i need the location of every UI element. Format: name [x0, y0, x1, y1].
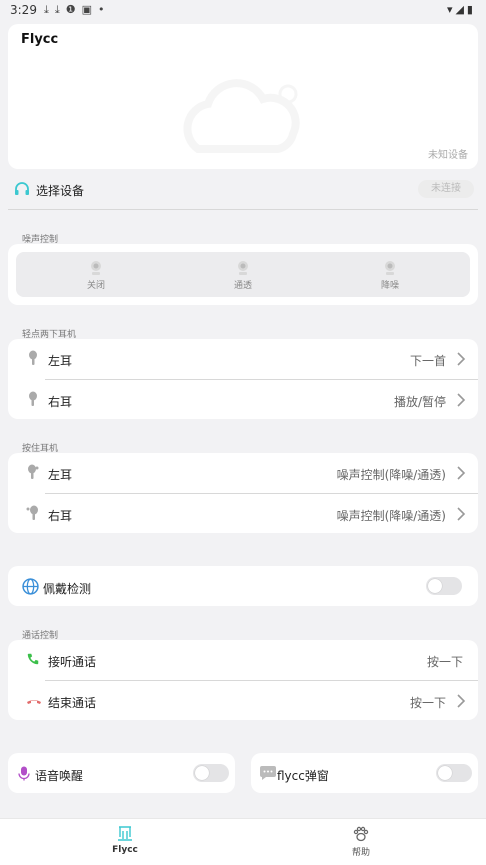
notification-icons: ⤓⤓❶▣•	[44, 3, 111, 16]
anc-option-label: 关闭	[86, 281, 105, 291]
anc-noise-cancel-icon	[385, 261, 395, 275]
row-value: 按一下	[409, 696, 446, 710]
anc-option-label: 通透	[233, 281, 252, 291]
press-hold-left-row[interactable]: 左耳 噪声控制(降噪/通透)	[8, 453, 478, 493]
microphone-icon	[18, 766, 30, 781]
nav-tab-label: 帮助	[351, 848, 370, 858]
chevron-right-icon	[457, 393, 466, 407]
row-label: 右耳	[48, 509, 73, 523]
row-value: 播放/暂停	[393, 395, 446, 409]
wear-detection-card: 佩戴检测	[8, 566, 478, 606]
row-label: 结束通话	[48, 696, 97, 710]
noise-control-card: 关闭 通透 降噪	[8, 244, 478, 305]
status-bar: 3:29 ⤓⤓❶▣• ▾◢▮	[0, 0, 486, 20]
chevron-right-icon	[457, 466, 466, 480]
device-card: Flycc 未知设备	[8, 24, 478, 169]
chevron-right-icon	[457, 352, 466, 366]
headphones-icon	[15, 182, 29, 195]
row-label: 左耳	[48, 468, 73, 482]
double-tap-left-row[interactable]: 左耳 下一首	[8, 339, 478, 379]
flycc-popup-label: flycc弹窗	[277, 769, 329, 783]
select-device-row[interactable]: 选择设备 未连接	[14, 180, 474, 200]
flycc-popup-card: flycc弹窗	[251, 753, 478, 793]
call-control-card: 接听通话 按一下 结束通话 按一下	[8, 640, 478, 720]
select-device-label: 选择设备	[36, 184, 85, 198]
connection-status-button[interactable]: 未连接	[418, 180, 474, 198]
chevron-right-icon	[457, 694, 466, 708]
row-label: 左耳	[48, 354, 73, 368]
voice-wake-toggle[interactable]	[193, 764, 229, 782]
right-earbud-press-icon	[26, 505, 38, 520]
voice-wake-label: 语音唤醒	[35, 769, 84, 783]
signal-battery-icons: ▾◢▮	[446, 3, 476, 16]
globe-icon	[22, 578, 39, 595]
status-time: 3:29	[10, 3, 37, 17]
anc-transparency-icon	[238, 261, 248, 275]
answer-call-row[interactable]: 接听通话 按一下	[8, 640, 478, 680]
right-earbud-icon	[29, 391, 37, 406]
nav-tab-label: Flycc	[112, 845, 138, 855]
left-earbud-icon	[29, 350, 37, 365]
chat-bubble-icon	[260, 766, 276, 780]
press-hold-card: 左耳 噪声控制(降噪/通透) 右耳 噪声控制(降噪/通透)	[8, 453, 478, 533]
anc-off-icon	[91, 261, 101, 275]
anc-option-off[interactable]: 关闭	[46, 260, 146, 291]
divider	[8, 209, 478, 210]
row-label: 接听通话	[48, 655, 97, 669]
anc-option-transparency[interactable]: 通透	[193, 260, 293, 291]
row-label: 右耳	[48, 395, 73, 409]
flycc-popup-toggle[interactable]	[436, 764, 472, 782]
device-status: 未知设备	[428, 150, 468, 161]
anc-option-noise-cancel[interactable]: 降噪	[340, 260, 440, 291]
row-value: 噪声控制(降噪/通透)	[336, 509, 446, 523]
device-title: Flycc	[21, 32, 59, 47]
noise-control-selector: 关闭 通透 降噪	[16, 252, 470, 297]
left-earbud-press-icon	[28, 464, 39, 479]
chevron-right-icon	[457, 507, 466, 521]
end-call-row[interactable]: 结束通话 按一下	[8, 681, 478, 720]
wear-detection-toggle[interactable]	[426, 577, 462, 595]
row-value: 按一下	[426, 655, 463, 669]
nav-tab-flycc[interactable]: Flycc	[65, 825, 185, 855]
phone-hangup-icon	[27, 700, 41, 704]
flycc-tab-icon	[118, 826, 132, 841]
anc-option-label: 降噪	[380, 281, 399, 291]
double-tap-right-row[interactable]: 右耳 播放/暂停	[8, 380, 478, 419]
voice-wake-card: 语音唤醒	[8, 753, 235, 793]
nav-tab-help[interactable]: 帮助	[301, 825, 421, 858]
cloud-logo-icon	[183, 79, 300, 153]
paw-icon	[353, 826, 369, 842]
phone-answer-icon	[27, 653, 39, 665]
wear-detection-label: 佩戴检测	[43, 582, 92, 596]
row-value: 下一首	[409, 354, 446, 368]
bottom-nav: Flycc 帮助	[0, 818, 486, 865]
press-hold-right-row[interactable]: 右耳 噪声控制(降噪/通透)	[8, 494, 478, 533]
row-value: 噪声控制(降噪/通透)	[336, 468, 446, 482]
double-tap-card: 左耳 下一首 右耳 播放/暂停	[8, 339, 478, 419]
